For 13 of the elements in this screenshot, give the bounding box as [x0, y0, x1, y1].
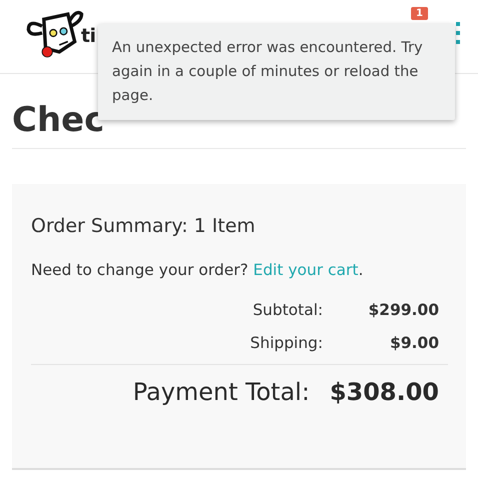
total-value: $308.00: [330, 377, 439, 407]
line-amount: $299.00: [367, 300, 439, 320]
summary-heading: Order Summary: 1 Item: [31, 214, 256, 238]
line-label: Shipping:: [250, 333, 323, 353]
line-amount: $9.00: [388, 333, 439, 353]
error-message: An unexpected error was encountered. Try again in a couple of minutes or reload the page.: [98, 24, 455, 120]
edit-cart-link[interactable]: Edit your cart: [253, 261, 358, 279]
change-prompt: Need to change your order?: [31, 261, 248, 279]
brand-name: ti: [81, 24, 96, 46]
cart-count: 1: [411, 7, 428, 20]
period: .: [358, 261, 364, 279]
total-label: Payment Total:: [132, 377, 310, 407]
line-label: Subtotal:: [252, 300, 323, 320]
